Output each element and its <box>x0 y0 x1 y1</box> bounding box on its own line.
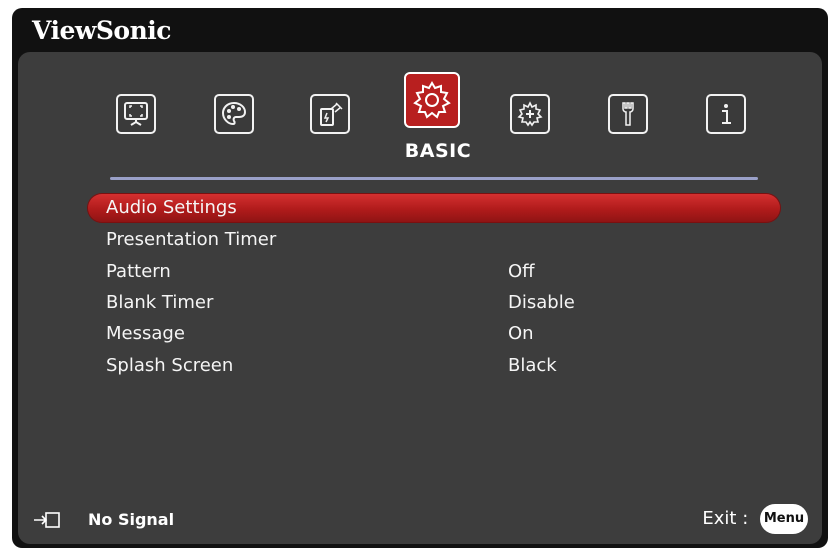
wrench-icon <box>622 102 634 126</box>
tab-basic[interactable] <box>404 72 460 128</box>
menu-button[interactable]: Menu <box>760 504 808 534</box>
tab-advanced[interactable] <box>510 94 550 134</box>
input-source-icon <box>34 512 60 528</box>
tab-power[interactable] <box>310 94 350 134</box>
tab-color[interactable] <box>214 94 254 134</box>
menu-item-splash-screen[interactable]: Splash Screen Black <box>88 352 780 380</box>
advanced-gear-icon <box>517 101 543 127</box>
gear-icon <box>413 81 451 119</box>
menu-item-label: Audio Settings <box>106 197 237 218</box>
tab-information[interactable] <box>706 94 746 134</box>
exit-label: Exit : <box>702 508 749 529</box>
menu-item-label: Presentation Timer <box>106 229 277 250</box>
menu-item-presentation-timer[interactable]: Presentation Timer <box>88 226 780 254</box>
menu-item-value: Off <box>508 261 535 282</box>
menu-item-label: Splash Screen <box>106 355 234 376</box>
menu-item-audio-settings[interactable]: Audio Settings <box>88 194 780 222</box>
menu-item-pattern[interactable]: Pattern Off <box>88 258 780 286</box>
info-icon <box>722 104 731 124</box>
menu-item-blank-timer[interactable]: Blank Timer Disable <box>88 289 780 317</box>
menu-item-message[interactable]: Message On <box>88 320 780 348</box>
header-divider <box>110 177 758 180</box>
brand-logo: ViewSonic <box>32 16 172 45</box>
osd-menu: ViewSonic BASIC Audio Settings Presentat… <box>12 8 828 548</box>
tab-system[interactable] <box>608 94 648 134</box>
menu-item-label: Blank Timer <box>106 292 214 313</box>
menu-item-label: Message <box>106 323 185 344</box>
tab-display[interactable] <box>116 94 156 134</box>
tab-basic-label: BASIC <box>404 140 472 162</box>
signal-status: No Signal <box>88 510 175 529</box>
menu-panel: BASIC Audio Settings Presentation Timer … <box>18 52 822 544</box>
menu-item-label: Pattern <box>106 261 171 282</box>
menu-item-value: On <box>508 323 534 344</box>
palette-icon <box>221 101 247 126</box>
display-icon <box>124 102 148 126</box>
menu-item-value: Disable <box>508 292 575 313</box>
menu-item-value: Black <box>508 355 557 376</box>
power-management-icon <box>320 102 343 126</box>
exit-hint: Exit : Menu <box>702 504 808 534</box>
